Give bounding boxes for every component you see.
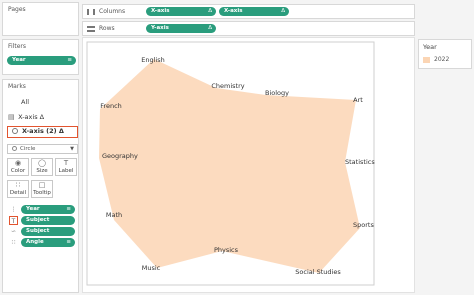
- radar-chart: English Chemistry Biology Art Statistics Spor…: [86, 41, 375, 286]
- radar-area[interactable]: [99, 59, 360, 273]
- field-pill-year-label: Year: [26, 206, 40, 212]
- field-pill-angle-label: Angle: [26, 239, 44, 245]
- circle-type-icon: [12, 146, 17, 151]
- color-legend: Year 2022: [418, 39, 472, 69]
- path-icon: ∽: [10, 228, 17, 235]
- tableau-workspace: Pages Filters Year ≡ Marks All ▤ X-axis …: [0, 0, 474, 295]
- legend-item-2022[interactable]: 2022: [423, 56, 449, 63]
- size-tile[interactable]: ◯ Size: [31, 158, 53, 176]
- rows-pill-yaxis[interactable]: Y-axis Δ: [146, 24, 216, 33]
- point-label-statistics: Statistics: [345, 158, 375, 166]
- columns-shelf-label: Columns: [87, 8, 125, 15]
- legend-swatch: [423, 56, 430, 63]
- tooltip-tile-label: Tooltip: [33, 190, 51, 196]
- point-label-music: Music: [142, 264, 161, 272]
- point-label-english: English: [141, 56, 164, 64]
- mark-type-label: Circle: [20, 146, 36, 152]
- marks-xaxis2-label: X-axis (2) Δ: [22, 127, 64, 135]
- point-label-geography: Geography: [102, 152, 138, 160]
- columns-pill-2-label: X-axis: [224, 8, 243, 14]
- columns-pill-xaxis-1[interactable]: X-axis Δ: [146, 7, 216, 16]
- rows-pill-label: Y-axis: [151, 25, 169, 31]
- point-label-sports: Sports: [353, 221, 374, 229]
- filter-icon: ≡: [66, 206, 71, 212]
- marks-title: Marks: [8, 83, 26, 90]
- pages-card[interactable]: Pages: [2, 2, 79, 36]
- field-pill-angle[interactable]: Angle ≡: [21, 238, 75, 247]
- delta-icon: Δ: [281, 8, 285, 14]
- rows-shelf[interactable]: Rows Y-axis Δ: [82, 21, 415, 36]
- columns-icon: [87, 8, 95, 15]
- point-label-chemistry: Chemistry: [211, 82, 244, 90]
- rows-shelf-label: Rows: [87, 25, 115, 32]
- tooltip-icon: □: [38, 181, 46, 189]
- detail-icon: ∷: [15, 181, 21, 189]
- label-tile-label: Label: [58, 168, 74, 174]
- color-palette-icon: ◉: [14, 159, 22, 167]
- rows-icon: [87, 25, 95, 32]
- point-label-biology: Biology: [265, 89, 289, 97]
- label-text-icon: T: [9, 216, 18, 225]
- filters-card[interactable]: Filters Year ≡: [2, 39, 79, 75]
- delta-icon: Δ: [208, 8, 212, 14]
- marks-card: Marks All ▤ X-axis Δ X-axis (2) Δ Circle…: [2, 79, 79, 293]
- chevron-down-icon: ▼: [70, 146, 74, 152]
- mark-type-select[interactable]: Circle ▼: [7, 144, 78, 154]
- point-label-art: Art: [353, 96, 363, 104]
- filters-title: Filters: [8, 43, 26, 50]
- delta-icon: Δ: [208, 25, 212, 31]
- detail-tile-label: Detail: [9, 190, 27, 196]
- marks-xaxis-row[interactable]: ▤ X-axis Δ: [8, 113, 44, 121]
- columns-shelf[interactable]: Columns X-axis Δ X-axis Δ: [82, 4, 415, 19]
- field-pill-subject-2[interactable]: Subject: [21, 227, 75, 236]
- legend-title: Year: [423, 43, 437, 51]
- detail-tile[interactable]: ∷ Detail: [7, 180, 29, 198]
- point-label-french: French: [100, 102, 122, 110]
- columns-pill-xaxis-2[interactable]: X-axis Δ: [219, 7, 289, 16]
- marks-xaxis-label: X-axis Δ: [18, 113, 45, 121]
- color-tile-label: Color: [10, 168, 26, 174]
- label-icon: T: [63, 159, 69, 167]
- pages-title: Pages: [8, 6, 26, 13]
- tooltip-tile[interactable]: □ Tooltip: [31, 180, 53, 198]
- marks-all-tab[interactable]: All: [21, 98, 29, 106]
- marks-xaxis2-row[interactable]: X-axis (2) Δ: [7, 126, 78, 138]
- legend-item-label: 2022: [434, 56, 450, 63]
- point-label-physics: Physics: [214, 246, 239, 254]
- color-dots-icon: ⋮: [10, 206, 17, 213]
- label-tile[interactable]: T Label: [55, 158, 77, 176]
- detail-icon: ∷: [11, 239, 16, 246]
- field-pill-subject-1[interactable]: Subject: [21, 216, 75, 225]
- size-tile-label: Size: [36, 168, 48, 174]
- filter-pill-year[interactable]: Year ≡: [7, 56, 76, 65]
- filter-icon: ≡: [67, 57, 72, 63]
- point-label-social-studies: Social Studies: [295, 268, 341, 276]
- chart-icon: ▤: [8, 113, 15, 121]
- view-canvas[interactable]: English Chemistry Biology Art Statistics Spor…: [82, 37, 415, 293]
- point-label-math: Math: [106, 211, 122, 219]
- circle-icon: [12, 128, 18, 134]
- color-tile[interactable]: ◉ Color: [7, 158, 29, 176]
- columns-pill-1-label: X-axis: [151, 8, 170, 14]
- field-pill-year[interactable]: Year ≡: [21, 205, 75, 214]
- field-pill-subject-1-label: Subject: [26, 217, 50, 223]
- filter-icon: ≡: [66, 239, 71, 245]
- size-icon: ◯: [38, 159, 46, 167]
- filter-pill-label: Year: [12, 57, 26, 63]
- field-pill-subject-2-label: Subject: [26, 228, 50, 234]
